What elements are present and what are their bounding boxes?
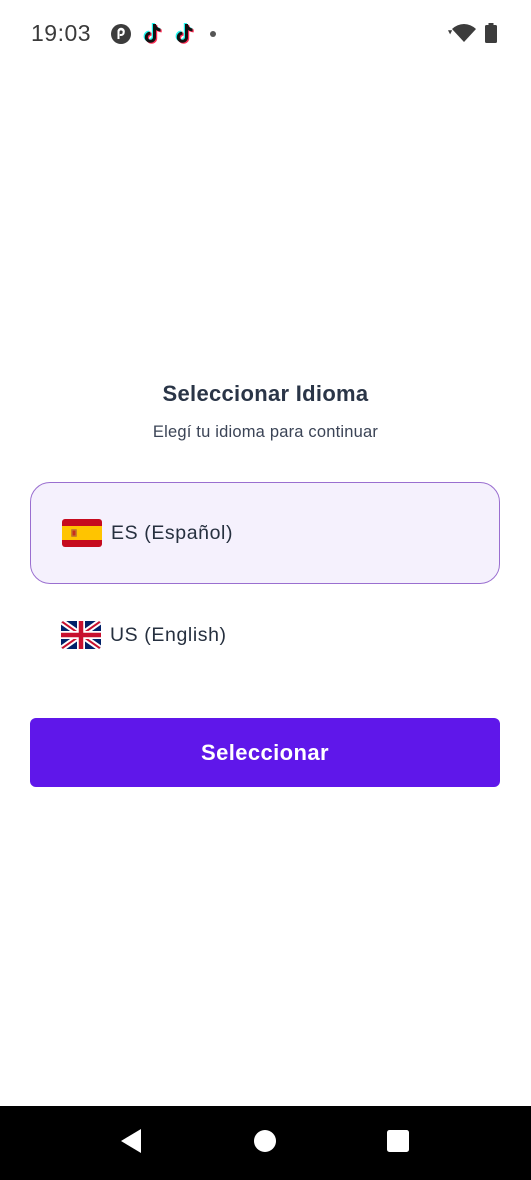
spain-flag-icon — [62, 519, 102, 547]
language-option-es[interactable]: ES (Español) — [30, 482, 500, 584]
language-option-en[interactable]: US (English) — [30, 584, 500, 686]
tiktok-icon — [174, 22, 196, 46]
back-icon — [119, 1128, 143, 1159]
status-bar: 19:03 — [0, 0, 531, 68]
pocketcasts-icon — [110, 23, 132, 45]
wifi-icon — [448, 23, 478, 43]
battery-icon — [485, 23, 497, 43]
tiktok-icon — [142, 22, 164, 46]
recents-button[interactable] — [363, 1106, 433, 1180]
uk-flag-icon — [61, 621, 101, 649]
language-label: ES (Español) — [111, 521, 234, 544]
home-button[interactable] — [230, 1106, 300, 1180]
system-icons — [448, 23, 497, 43]
notification-icons — [110, 22, 220, 46]
select-button[interactable]: Seleccionar — [30, 718, 500, 787]
language-label: US (English) — [110, 623, 227, 646]
recents-icon — [386, 1129, 410, 1158]
page-subtitle: Elegí tu idioma para continuar — [152, 423, 379, 441]
status-time: 19:03 — [31, 20, 92, 46]
home-icon — [253, 1129, 277, 1158]
navigation-bar — [0, 1106, 531, 1180]
page-title: Seleccionar Idioma — [162, 381, 369, 406]
back-button[interactable] — [96, 1106, 166, 1180]
more-dot-icon — [206, 23, 220, 45]
